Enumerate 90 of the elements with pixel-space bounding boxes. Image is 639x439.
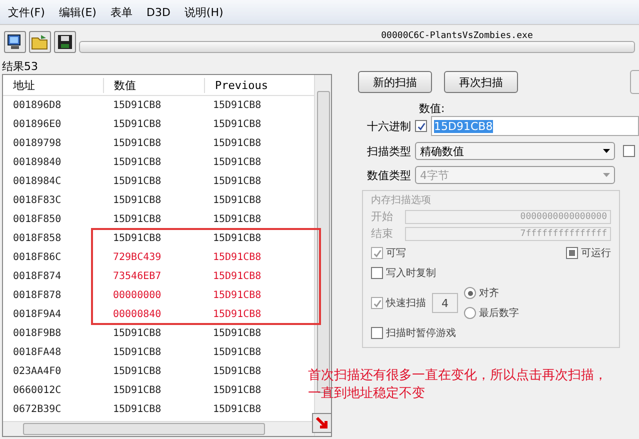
column-header[interactable]: Previous: [205, 78, 305, 92]
table-cell-text: 15D91CB8: [212, 100, 262, 111]
table-cell-text: 15D91CB8: [212, 271, 262, 282]
table-cell-text: 15D91CB8: [212, 347, 262, 358]
group-title: 内存扫描选项: [371, 194, 432, 207]
horizontal-scrollbar[interactable]: [3, 421, 314, 436]
executable-checkbox[interactable]: 可运行: [566, 246, 611, 260]
table-cell-text: 15D91CB8: [112, 214, 162, 225]
table-cell-text: 15D91CB8: [112, 119, 162, 130]
table-cell-text: 15D91CB8: [212, 290, 262, 301]
table-cell-text: 00189840: [12, 157, 62, 168]
table-cell-text: 0018F878: [12, 290, 62, 301]
alignment-field[interactable]: 4: [432, 293, 458, 313]
menu-item[interactable]: 文件(F): [8, 4, 45, 20]
scan-type-dropdown[interactable]: 精确数值: [415, 142, 615, 160]
table-cell-text: 15D91CB8: [212, 138, 262, 149]
copy-on-write-checkbox[interactable]: 写入时复制: [371, 266, 611, 280]
table-cell-text: 15D91CB8: [112, 138, 162, 149]
table-cell-text: 15D91CB8: [112, 347, 162, 358]
column-header[interactable]: 地址: [3, 78, 104, 92]
table-cell-text: 0018F874: [12, 271, 62, 282]
table-cell-text: 15D91CB8: [112, 404, 162, 415]
checkmark-icon: [372, 298, 382, 308]
save-icon[interactable]: [54, 31, 76, 53]
table-cell-text: 0018F9B8: [12, 328, 62, 339]
table-cell-text: 15D91CB8: [112, 233, 162, 244]
table-cell-text: 15D91CB8: [112, 176, 162, 187]
table-cell-text: 0672B39C: [12, 404, 62, 415]
caret-icon[interactable]: [603, 149, 610, 153]
radio-button[interactable]: 最后数字: [464, 306, 519, 320]
table-cell-text: 0018984C: [12, 176, 62, 187]
menu-item[interactable]: D3D: [146, 6, 170, 18]
hex-label: 十六进制: [366, 118, 411, 134]
computer-icon[interactable]: [4, 31, 26, 53]
table-cell-text: 15D91CB8: [112, 385, 162, 396]
table-cell-text: 15D91CB8: [212, 119, 262, 130]
table-cell-text: 001896D8: [12, 100, 62, 111]
table-cell-text: 15D91CB8: [212, 404, 262, 415]
value-type-label: 数值类型: [366, 168, 411, 182]
table-cell-text: 00000840: [112, 309, 162, 320]
table-cell-text: 15D91CB8: [112, 366, 162, 377]
table-cell-text: 15D91CB8: [112, 157, 162, 168]
checkmark-icon: [416, 122, 426, 130]
hex-checkbox[interactable]: [415, 120, 427, 132]
value-label: 数值:: [419, 101, 446, 116]
table-cell-text: 00000000: [112, 290, 162, 301]
table-cell-text: 15D91CB8: [212, 252, 262, 263]
results-count: 结果53: [1, 59, 39, 74]
checkmark-icon: [372, 248, 382, 258]
annotation-text: 首次扫描还有很多一直在变化，所以点击再次扫描，一直到地址稳定不变: [308, 367, 608, 403]
table-cell-text: 15D91CB8: [112, 195, 162, 206]
table-cell-text: 15D91CB8: [212, 233, 262, 244]
table-cell-text: 023AA4F0: [12, 366, 62, 377]
table-cell-text: 15D91CB8: [212, 176, 262, 187]
table-cell-text: 0660012C: [12, 385, 62, 396]
table-cell-text: 15D91CB8: [212, 366, 262, 377]
table-cell-text: 15D91CB8: [112, 328, 162, 339]
menu-item[interactable]: 表单: [110, 4, 132, 20]
table-cell-text: 0018F9A4: [12, 309, 62, 320]
stop-label: 结束: [371, 226, 394, 241]
table-cell-text: 15D91CB8: [212, 385, 262, 396]
window-title: 00000C6C-PlantsVsZombies.exe: [380, 31, 534, 41]
menu-item[interactable]: 编辑(E): [58, 4, 96, 20]
table-cell-text: 15D91CB8: [212, 214, 262, 225]
start-label: 开始: [371, 209, 394, 224]
pause-checkbox[interactable]: 扫描时暂停游戏: [371, 326, 611, 340]
scan-button[interactable]: 新的扫描: [358, 71, 432, 93]
table-cell-text: 00189798: [12, 138, 62, 149]
table-cell-text: 0018FA48: [12, 347, 62, 358]
scan-type-label: 扫描类型: [366, 144, 411, 158]
table-cell-text: 0018F850: [12, 214, 62, 225]
radio-button[interactable]: 对齐: [464, 286, 519, 300]
menu-item[interactable]: 说明(H): [184, 4, 224, 20]
column-header[interactable]: 数值: [104, 78, 205, 92]
table-cell-text: 729BC439: [112, 252, 162, 263]
checkbox[interactable]: [623, 145, 635, 157]
table-cell-text: 73546EB7: [112, 271, 162, 282]
table-cell-text: 0018F858: [12, 233, 62, 244]
table-cell-text: 0018F86C: [12, 252, 62, 263]
table-cell-text: 15D91CB8: [212, 195, 262, 206]
open-folder-icon[interactable]: [29, 31, 51, 53]
scan-button[interactable]: 再次扫描: [444, 71, 518, 93]
fast-scan-checkbox[interactable]: 快速扫描: [371, 296, 426, 310]
table-cell-text: 15D91CB8: [212, 309, 262, 320]
table-cell-text: 0018F83C: [12, 195, 62, 206]
table-cell-text: 001896E0: [12, 119, 62, 130]
writable-checkbox[interactable]: 可写: [371, 246, 406, 260]
table-cell-text: 15D91CB8: [212, 328, 262, 339]
table-cell-text: 15D91CB8: [212, 157, 262, 168]
table-cell-text: 15D91CB8: [112, 100, 162, 111]
